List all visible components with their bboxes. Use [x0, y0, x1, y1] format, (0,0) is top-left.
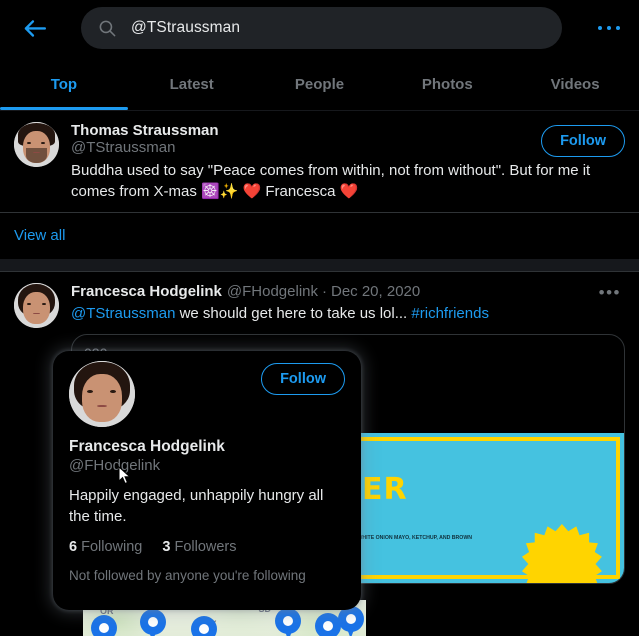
- followers-stat[interactable]: 3 Followers: [162, 539, 236, 555]
- search-icon: [98, 19, 117, 38]
- map-pin[interactable]: [139, 608, 166, 636]
- timestamp[interactable]: Dec 20, 2020: [331, 283, 420, 300]
- following-stat[interactable]: 6 Following: [69, 539, 142, 555]
- tab-latest[interactable]: Latest: [128, 57, 256, 110]
- follow-button[interactable]: Follow: [541, 125, 625, 157]
- avatar[interactable]: [14, 122, 59, 167]
- followers-count: 3: [162, 539, 171, 555]
- avatar-image: [14, 283, 59, 328]
- tab-label: Latest: [169, 76, 214, 93]
- handle[interactable]: @TStraussman: [71, 139, 175, 156]
- display-name[interactable]: Francesca Hodgelink: [71, 283, 222, 300]
- section-divider: [0, 259, 639, 272]
- people-result-row[interactable]: Thomas Straussman @TStraussman Buddha us…: [0, 110, 639, 212]
- header-more-button[interactable]: [592, 16, 626, 40]
- search-input[interactable]: @TStraussman: [131, 19, 240, 37]
- tab-photos[interactable]: Photos: [383, 57, 511, 110]
- hover-card-handle[interactable]: @FHodgelink: [69, 457, 345, 474]
- tab-label: Photos: [421, 76, 473, 93]
- dot: [597, 25, 603, 31]
- people-result-text: Buddha used to say "Peace comes from wit…: [71, 162, 591, 200]
- back-button[interactable]: [17, 12, 51, 46]
- avatar-image: [14, 122, 59, 167]
- map-pin[interactable]: [337, 605, 364, 636]
- profile-hover-card[interactable]: Follow Francesca Hodgelink @FHodgelink H…: [53, 351, 361, 610]
- display-name[interactable]: Thomas Straussman: [71, 122, 219, 139]
- search-bar[interactable]: @TStraussman: [81, 7, 562, 49]
- following-label: Following: [81, 539, 143, 555]
- hover-card-bio: Happily engaged, unhappily hungry all th…: [69, 487, 324, 525]
- back-arrow-icon: [24, 19, 47, 37]
- tweet-name-line: Francesca Hodgelink @FHodgelink · Dec 20…: [71, 283, 625, 300]
- followers-label: Followers: [174, 539, 237, 555]
- following-count: 6: [69, 539, 78, 555]
- follow-button-wrap: Follow: [541, 125, 625, 157]
- mention-link[interactable]: @TStraussman: [71, 305, 175, 322]
- view-all-label: View all: [14, 227, 66, 244]
- app-header: @TStraussman: [0, 0, 639, 57]
- map-pin[interactable]: [190, 615, 217, 636]
- separator: ·: [322, 283, 327, 300]
- view-all-row[interactable]: View all: [0, 212, 639, 259]
- tweet-more-button[interactable]: •••: [598, 283, 621, 303]
- tab-label: Videos: [550, 76, 600, 93]
- dot: [606, 25, 612, 31]
- tab-top[interactable]: Top: [0, 57, 128, 110]
- avatar-image: [69, 361, 135, 427]
- avatar[interactable]: [14, 283, 59, 328]
- hashtag-link[interactable]: #richfriends: [411, 305, 489, 322]
- hover-card-top: Follow: [69, 361, 345, 427]
- dot: [615, 25, 621, 31]
- tweet-text-body: we should get here to take us lol...: [175, 305, 412, 322]
- tab-videos[interactable]: Videos: [511, 57, 639, 110]
- hover-card-display-name[interactable]: Francesca Hodgelink: [69, 438, 345, 456]
- tab-people[interactable]: People: [256, 57, 384, 110]
- hover-card-stats: 6 Following 3 Followers: [69, 539, 345, 555]
- avatar[interactable]: [69, 361, 135, 427]
- tab-label: People: [294, 76, 345, 93]
- handle[interactable]: @FHodgelink: [227, 283, 318, 300]
- hover-card-follow-note: Not followed by anyone you're following: [69, 568, 306, 583]
- tweet-text: @TStraussman we should get here to take …: [71, 303, 625, 324]
- tab-label: Top: [50, 76, 78, 93]
- twitter-search-screen: @TStraussman Top Latest People Photos Vi…: [0, 0, 639, 636]
- follow-button[interactable]: Follow: [261, 363, 345, 395]
- more-horizontal-icon: •••: [598, 283, 621, 302]
- map-pin[interactable]: [91, 615, 118, 636]
- map-pin[interactable]: [275, 607, 302, 636]
- search-tabs: Top Latest People Photos Videos: [0, 57, 639, 110]
